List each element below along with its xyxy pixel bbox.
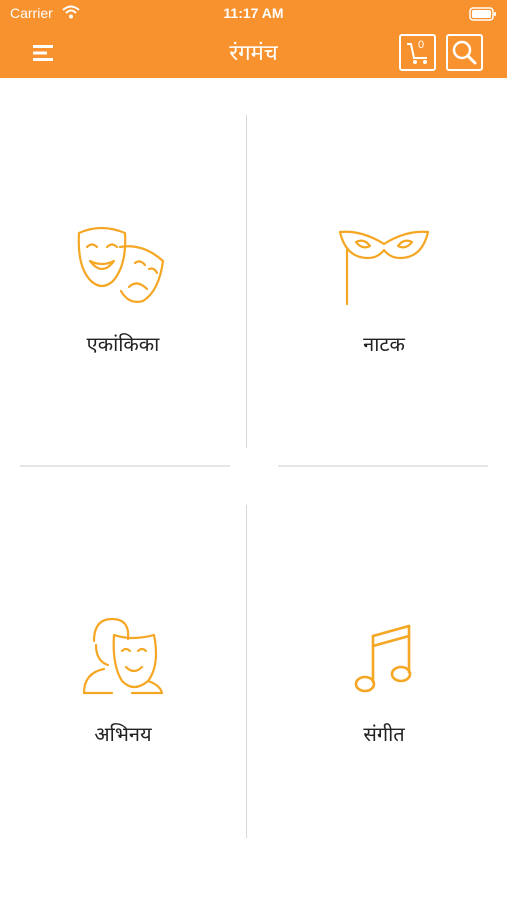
category-label: नाटक	[363, 332, 405, 356]
grid-divider-vertical-bottom	[246, 505, 247, 838]
category-label: अभिनय	[94, 722, 152, 746]
music-note-icon	[261, 622, 507, 696]
category-label: संगीत	[363, 722, 405, 746]
nav-bar: रंगमंच 0	[0, 28, 507, 78]
battery-icon	[469, 6, 497, 25]
search-button[interactable]	[446, 34, 483, 71]
category-tile-abhinay[interactable]: अभिनय	[0, 470, 246, 850]
category-tile-natak[interactable]: नाटक	[261, 80, 507, 460]
category-tile-ekankika[interactable]: एकांकिका	[0, 80, 246, 460]
grid-divider-vertical-top	[246, 115, 247, 448]
category-tile-sangeet[interactable]: संगीत	[261, 470, 507, 850]
grid-divider-horizontal-right	[278, 465, 488, 467]
comedy-tragedy-masks-icon	[0, 225, 246, 305]
masquerade-mask-icon	[261, 228, 507, 306]
menu-button[interactable]	[30, 40, 58, 66]
grid-divider-horizontal-left	[20, 465, 230, 467]
cart-count-badge: 0	[418, 39, 425, 51]
status-bar: Carrier 11:17 AM	[0, 0, 507, 28]
hamburger-menu-icon	[33, 45, 53, 61]
category-label: एकांकिका	[86, 332, 160, 356]
search-icon	[452, 40, 477, 65]
cart-button[interactable]: 0	[399, 34, 436, 71]
status-time: 11:17 AM	[223, 5, 284, 21]
actor-with-mask-icon	[0, 615, 246, 697]
